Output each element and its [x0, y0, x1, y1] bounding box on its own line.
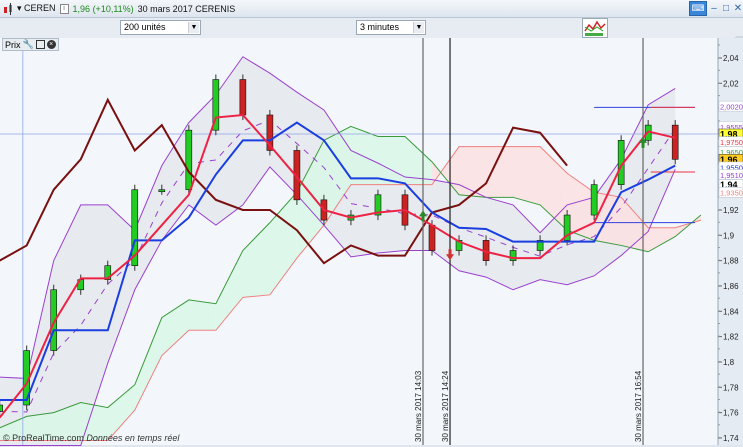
- close-icon[interactable]: ✕: [733, 3, 743, 14]
- candle: [185, 129, 193, 191]
- price-change: 1,96 (+10,11%): [72, 3, 134, 14]
- chevron-down-icon: ▼: [413, 22, 424, 33]
- units-dropdown[interactable]: 200 unités ▼: [120, 20, 201, 35]
- time-marker-label: 30 mars 2017 14:24: [441, 370, 450, 442]
- wrench-icon[interactable]: 🔧: [23, 39, 34, 50]
- cloud-segment: [513, 146, 541, 205]
- y-tick-label: 2,04: [723, 54, 739, 63]
- cloud-segment: [188, 299, 216, 331]
- timeframe-dropdown[interactable]: 3 minutes ▼: [356, 20, 426, 35]
- time-marker-label: 30 mars 2017 16:54: [634, 370, 643, 442]
- y-tick-label: 1,92: [723, 206, 739, 215]
- cloud-segment: [377, 136, 405, 185]
- instrument-date: 30 mars 2017 CERENIS: [137, 3, 236, 14]
- symbol-selector[interactable]: ▾ CEREN: [17, 3, 56, 14]
- candle: [671, 124, 679, 160]
- price-chart[interactable]: 30 mars 2017 14:03 30 mars 2017 14:24 30 m…: [0, 38, 743, 447]
- price-label: 2,0020: [720, 103, 743, 112]
- y-tick-label: 1,82: [723, 333, 739, 342]
- candle: [0, 404, 3, 412]
- y-tick-label: 1,9: [723, 231, 735, 240]
- footer-credit: © ProRealTime.com Données en temps réel: [3, 433, 179, 443]
- price-label: 1,9510: [720, 171, 743, 180]
- info-icon[interactable]: i: [59, 3, 69, 14]
- units-value: 200 unités: [124, 22, 166, 32]
- y-tick-label: 1,86: [723, 282, 739, 291]
- y-tick-label: 2,02: [723, 79, 739, 88]
- y-tick-label: 1,78: [723, 383, 739, 392]
- panel-label: Prix: [5, 39, 21, 50]
- candle: [158, 189, 166, 193]
- brand-text: © ProRealTime.com: [3, 433, 84, 443]
- minimize-icon[interactable]: –: [709, 3, 719, 14]
- candle: [239, 79, 247, 116]
- y-tick-label: 1,8: [723, 358, 735, 367]
- panel-header: Prix 🔧 ×: [2, 38, 59, 51]
- price-label: 1,9750: [720, 138, 743, 147]
- close-panel-icon[interactable]: ×: [46, 40, 56, 49]
- title-bar: ▾ CEREN i 1,96 (+10,11%) 30 mars 2017 CE…: [0, 0, 743, 18]
- indicators-button[interactable]: [582, 18, 608, 38]
- price-label: 1,9350: [720, 189, 743, 198]
- candle: [590, 184, 598, 216]
- keyboard-icon[interactable]: ⌨: [689, 1, 707, 16]
- cloud-segment: [459, 146, 487, 198]
- y-tick-label: 1,74: [723, 434, 739, 443]
- candlestick-icon[interactable]: [3, 2, 13, 15]
- y-tick-label: 1,88: [723, 257, 739, 266]
- candle: [428, 224, 436, 251]
- chevron-down-icon: ▼: [188, 22, 199, 33]
- timeframe-value: 3 minutes: [360, 22, 400, 32]
- toolbar: 200 unités ▼ 3 minutes ▼: [0, 18, 743, 38]
- time-marker-label: 30 mars 2017 14:03: [414, 370, 423, 442]
- window-icon[interactable]: [35, 40, 45, 49]
- candle: [509, 250, 517, 261]
- data-note: Données en temps réel: [86, 433, 180, 443]
- symbol-label: CEREN: [24, 3, 56, 13]
- chart-indicator-icon: [584, 20, 606, 36]
- y-tick-label: 1,84: [723, 307, 739, 316]
- maximize-icon[interactable]: □: [721, 3, 731, 14]
- y-tick-label: 1,76: [723, 409, 739, 418]
